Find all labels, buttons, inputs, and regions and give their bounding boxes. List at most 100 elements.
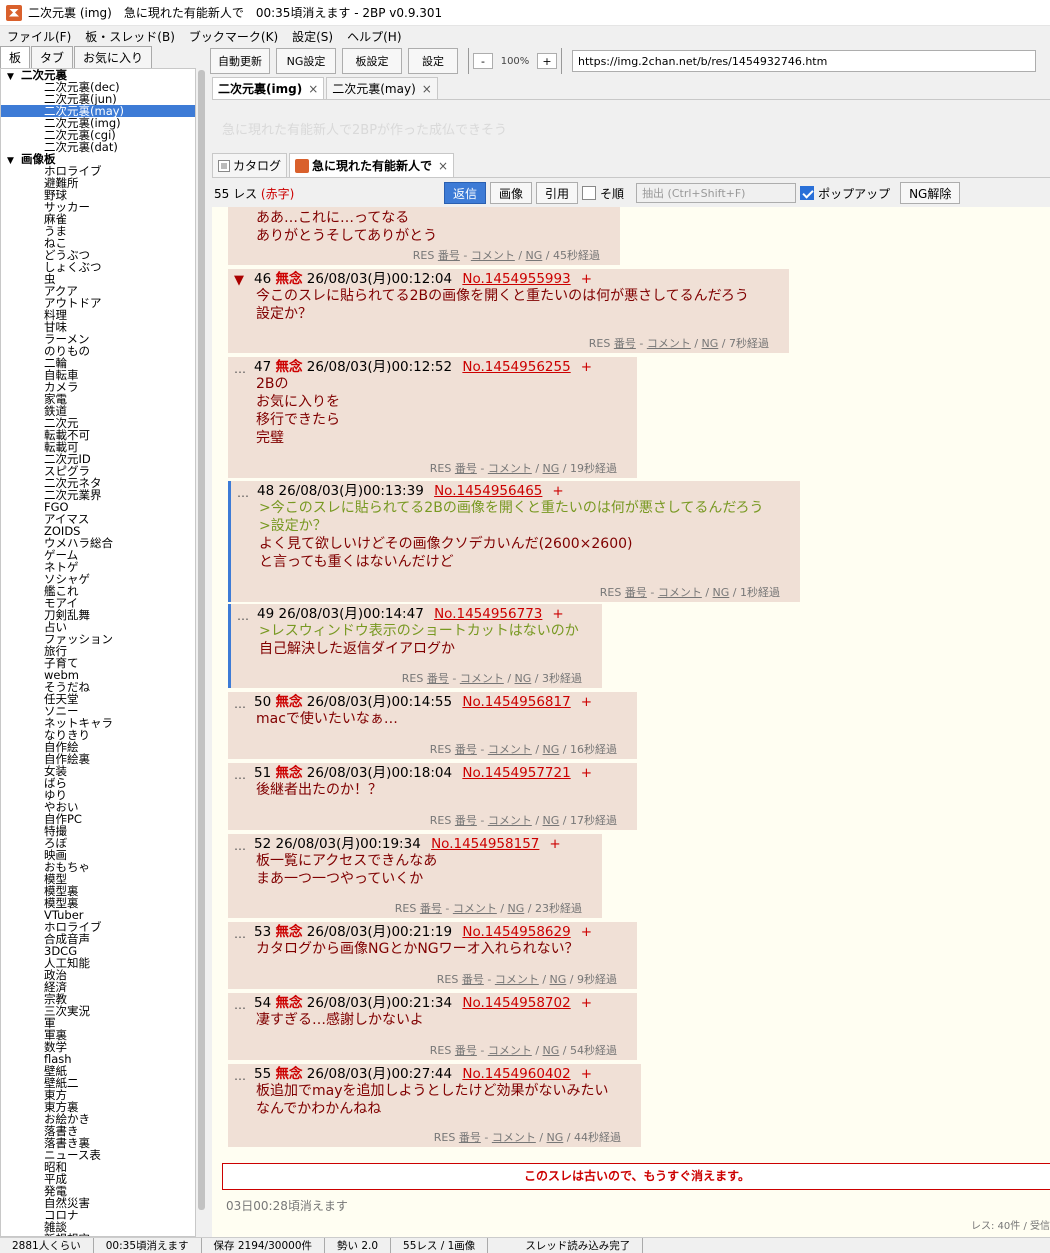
ng-link[interactable]: NG xyxy=(713,586,730,599)
tree-board-item[interactable]: 人工知能 xyxy=(1,957,195,969)
tree-board-item[interactable]: 落書き xyxy=(1,1125,195,1137)
ng-link[interactable]: NG xyxy=(702,337,719,350)
tree-board-item[interactable]: webm xyxy=(1,669,195,681)
number-link[interactable]: 番号 xyxy=(438,249,460,262)
tree-board-item[interactable]: flash xyxy=(1,1053,195,1065)
tree-board-item[interactable]: ネットキャラ xyxy=(1,717,195,729)
menu-item[interactable]: ヘルプ(H) xyxy=(340,28,408,45)
expand-triangle-icon[interactable]: ▼ xyxy=(234,273,244,289)
tree-board-item[interactable]: 転載不可 xyxy=(1,429,195,441)
tree-board-item[interactable]: ばら xyxy=(1,777,195,789)
tree-board-item[interactable]: 家電 xyxy=(1,393,195,405)
tree-board-item[interactable]: 自作絵 xyxy=(1,741,195,753)
comment-link[interactable]: コメント xyxy=(488,1044,532,1057)
sono-checkbox[interactable] xyxy=(582,186,597,200)
comment-link[interactable]: コメント xyxy=(488,743,532,756)
board-tab[interactable]: 二次元裏(may) × xyxy=(326,77,438,99)
tree-board-item[interactable]: ゲーム xyxy=(1,549,195,561)
tree-board-item[interactable]: 数学 xyxy=(1,1041,195,1053)
tree-board-item[interactable]: 壁紙二 xyxy=(1,1077,195,1089)
number-link[interactable]: 番号 xyxy=(420,902,442,915)
ng-link[interactable]: NG xyxy=(543,1044,560,1057)
post-id-link[interactable]: No.1454955993 xyxy=(462,271,570,287)
tree-board-item[interactable]: 旅行 xyxy=(1,645,195,657)
tree-board-item[interactable]: 軍 xyxy=(1,1017,195,1029)
plus-icon[interactable]: + xyxy=(552,483,563,499)
ellipsis-icon[interactable]: … xyxy=(234,361,246,377)
image-button[interactable]: 画像 xyxy=(490,182,533,204)
quote-line[interactable]: >レスウィンドウ表示のショートカットはないのか xyxy=(259,622,602,640)
tree-board-item[interactable]: 甘味 xyxy=(1,321,195,333)
ellipsis-icon[interactable]: … xyxy=(234,1068,246,1084)
comment-link[interactable]: コメント xyxy=(647,337,691,350)
tree-board-item[interactable]: 発電 xyxy=(1,1185,195,1197)
tree-board-item[interactable]: 子育て xyxy=(1,657,195,669)
tree-scrollbar[interactable] xyxy=(197,68,206,1237)
close-icon[interactable]: × xyxy=(438,159,448,173)
plus-icon[interactable]: + xyxy=(581,765,592,781)
ellipsis-icon[interactable]: … xyxy=(234,696,246,712)
ng-link[interactable]: NG xyxy=(543,462,560,475)
tree-board-item[interactable]: 自転車 xyxy=(1,369,195,381)
menu-item[interactable]: ファイル(F) xyxy=(0,28,78,45)
tree-board-item[interactable]: FGO xyxy=(1,501,195,513)
ng-release-button[interactable]: NG解除 xyxy=(900,182,961,204)
plus-icon[interactable]: + xyxy=(581,694,592,710)
number-link[interactable]: 番号 xyxy=(455,814,477,827)
post-id-link[interactable]: No.1454958629 xyxy=(462,924,570,940)
tree-board-item[interactable]: 鉄道 xyxy=(1,405,195,417)
tree-board-item[interactable]: 艦これ xyxy=(1,585,195,597)
tree-board-item[interactable]: 麻雀 xyxy=(1,213,195,225)
sidebar-tab[interactable]: お気に入り xyxy=(74,46,153,68)
plus-icon[interactable]: + xyxy=(581,359,592,375)
post-id-link[interactable]: No.1454957721 xyxy=(462,765,570,781)
tree-board-item[interactable]: 昭和 xyxy=(1,1161,195,1173)
tree-board-item[interactable]: ろぼ xyxy=(1,837,195,849)
tree-board-item[interactable]: やおい xyxy=(1,801,195,813)
tree-board-item[interactable]: しょくぶつ xyxy=(1,261,195,273)
ng-link[interactable]: NG xyxy=(547,1131,564,1144)
tree-board-item[interactable]: ファッション xyxy=(1,633,195,645)
plus-icon[interactable]: + xyxy=(581,995,592,1011)
tree-board-item[interactable]: 自作絵裏 xyxy=(1,753,195,765)
comment-link[interactable]: コメント xyxy=(495,973,539,986)
close-icon[interactable]: × xyxy=(422,82,432,96)
zoom-out-button[interactable]: - xyxy=(473,53,493,69)
tree-board-item[interactable]: 政治 xyxy=(1,969,195,981)
tree-board-item[interactable]: 刀剣乱舞 xyxy=(1,609,195,621)
tree-board-item[interactable]: 自作PC xyxy=(1,813,195,825)
tree-board-item[interactable]: 映画 xyxy=(1,849,195,861)
tree-board-item[interactable]: カメラ xyxy=(1,381,195,393)
tree-board-item[interactable]: アイマス xyxy=(1,513,195,525)
tree-board-item[interactable]: 自然災害 xyxy=(1,1197,195,1209)
ng-link[interactable]: NG xyxy=(543,743,560,756)
auto-update-button[interactable]: 自動更新 xyxy=(210,48,270,74)
quote-button[interactable]: 引用 xyxy=(536,182,579,204)
number-link[interactable]: 番号 xyxy=(427,672,449,685)
post-id-link[interactable]: No.1454958157 xyxy=(431,836,539,852)
tree-board-item[interactable]: ホロライブ xyxy=(1,165,195,177)
ng-link[interactable]: NG xyxy=(526,249,543,262)
tree-board-item[interactable]: 女装 xyxy=(1,765,195,777)
tree-board-item[interactable]: 平成 xyxy=(1,1173,195,1185)
post-id-link[interactable]: No.1454956255 xyxy=(462,359,570,375)
tree-board-item[interactable]: 転載可 xyxy=(1,441,195,453)
tree-board-item[interactable]: 壁紙 xyxy=(1,1065,195,1077)
tree-board-item[interactable]: 宗教 xyxy=(1,993,195,1005)
tree-board-item[interactable]: 二次元業界 xyxy=(1,489,195,501)
comment-link[interactable]: コメント xyxy=(492,1131,536,1144)
tree-board-item[interactable]: 避難所 xyxy=(1,177,195,189)
ellipsis-icon[interactable]: … xyxy=(237,485,249,501)
tree-board-item[interactable]: アウトドア xyxy=(1,297,195,309)
quote-line[interactable]: >設定か？ xyxy=(259,517,800,535)
tree-board-item[interactable]: 模型裏 xyxy=(1,885,195,897)
number-link[interactable]: 番号 xyxy=(455,743,477,756)
tree-board-item[interactable]: ソシャゲ xyxy=(1,573,195,585)
tree-board-item[interactable]: ホロライブ xyxy=(1,921,195,933)
number-link[interactable]: 番号 xyxy=(462,973,484,986)
quote-line[interactable]: >今このスレに貼られてる2Bの画像を開くと重たいのは何が悪さしてるんだろう xyxy=(259,499,800,517)
number-link[interactable]: 番号 xyxy=(459,1131,481,1144)
tree-board-item[interactable]: サッカー xyxy=(1,201,195,213)
tree-board-item[interactable]: 二次元ID xyxy=(1,453,195,465)
tree-board-item[interactable]: ラーメン xyxy=(1,333,195,345)
